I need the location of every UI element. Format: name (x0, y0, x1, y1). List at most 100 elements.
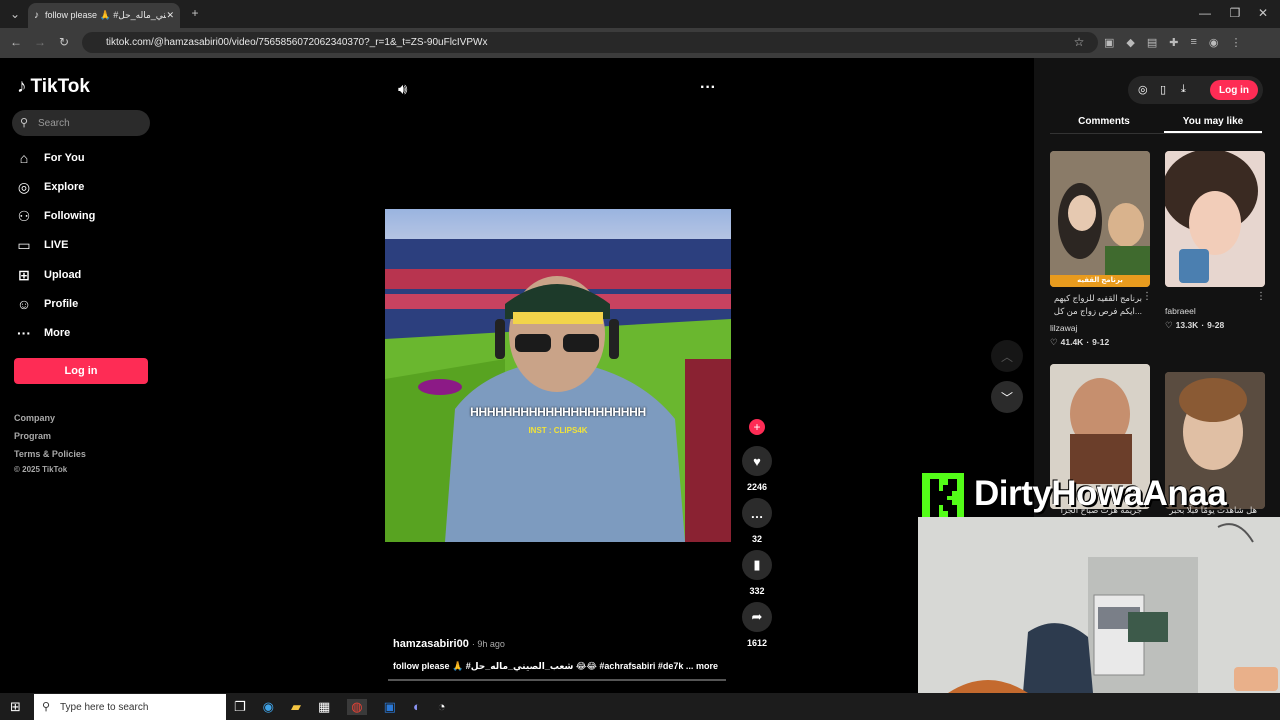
follow-plus-icon[interactable]: + (749, 419, 765, 435)
card-title[interactable]: برنامج القفيه للزواج كيهم ...ايكم فرص زو… (1050, 292, 1142, 318)
url-text: tiktok.com/@hamzasabiri00/video/75658560… (106, 37, 488, 48)
sidebar-item-more[interactable]: ··· More (16, 322, 136, 344)
tab-you-may-like[interactable]: You may like (1164, 116, 1262, 127)
card-more-icon[interactable]: ⋮ (1256, 291, 1266, 302)
share-action[interactable]: ➦ 1612 (742, 602, 772, 648)
login-button[interactable]: Log in (14, 358, 148, 384)
back-icon[interactable]: ← (8, 35, 24, 49)
card-user[interactable]: lilzawaj (1050, 323, 1077, 333)
comment-count: 32 (751, 534, 762, 544)
download-icon[interactable]: ⤓ (1181, 83, 1186, 96)
extension-icons: ▣ ◆ ▤ ✚ ≡ ◉ ⋮ (1104, 36, 1264, 49)
recommend-card-thumbnail[interactable]: برنامج القفيه (1050, 151, 1150, 287)
close-icon[interactable]: ✕ (166, 10, 174, 21)
emote-image (1234, 667, 1278, 691)
header-login-button[interactable]: Log in (1210, 80, 1258, 100)
chevron-up-icon: ︿ (1000, 349, 1013, 364)
author-name: hamzasabiri00 (393, 638, 469, 650)
minimize-icon[interactable]: — (1198, 6, 1212, 20)
heart-outline-icon: ♡ (1165, 320, 1173, 330)
nav-label: Upload (44, 269, 82, 281)
tab-comments[interactable]: Comments (1050, 116, 1158, 127)
share-count: 1612 (746, 638, 768, 648)
reading-list-icon[interactable]: ≡ (1191, 36, 1197, 48)
card-stats: ♡ 13.3K · 9-28 (1165, 320, 1224, 331)
card-stats: ♡ 41.4K · 9-12 (1050, 337, 1109, 348)
next-video-button[interactable]: ﹀ (991, 381, 1023, 413)
browser-tab[interactable]: ♪ follow please 🙏 #شعب_الصيني_ماله_حل ✕ (28, 3, 180, 28)
sidebar-item-for-you[interactable]: ⌂ For You (16, 147, 136, 169)
volume-icon[interactable]: 🔊︎ (398, 81, 407, 98)
tiktok-note-icon: ♪ (17, 76, 27, 97)
sidebar-item-following[interactable]: ⚇ Following (16, 205, 136, 227)
new-tab-icon[interactable]: + (188, 6, 202, 20)
translate-icon[interactable]: ▣ (1104, 36, 1114, 49)
comment-icon: … (742, 498, 772, 528)
recommend-card-thumbnail[interactable] (1165, 151, 1265, 287)
menu-icon[interactable]: ⋮ (1231, 36, 1242, 49)
footer-terms[interactable]: Terms & Policies (14, 449, 86, 459)
tiktok-favicon-icon: ♪ (34, 10, 39, 21)
live-icon: ▭ (17, 236, 31, 253)
video-author[interactable]: hamzasabiri00 · 9h ago (393, 638, 505, 650)
card-more-icon[interactable]: ⋮ (1142, 291, 1152, 302)
extension-icon[interactable]: ◆ (1126, 36, 1134, 49)
previous-video-button[interactable]: ︿ (991, 340, 1023, 372)
active-tab-indicator (1164, 131, 1262, 133)
webcam-overlay: x19 (918, 517, 1280, 693)
save-action[interactable]: ▮ 332 (742, 550, 772, 596)
heart-icon: ♥ (742, 446, 772, 476)
search-input[interactable]: ⚲ Search (12, 110, 150, 136)
edge-icon[interactable]: ◉ (263, 699, 274, 715)
url-field[interactable]: tiktok.com/@hamzasabiri00/video/75658560… (82, 32, 1098, 53)
extension-icon[interactable]: ▤ (1147, 36, 1157, 49)
footer-copyright: © 2025 TikTok (14, 465, 68, 474)
kick-logo-icon (922, 473, 964, 519)
windows-start-icon[interactable]: ⊞ (10, 699, 21, 715)
chrome-icon[interactable]: ◍ (347, 699, 367, 715)
thumbnail-image (1050, 151, 1150, 287)
reload-icon[interactable]: ↻ (56, 35, 72, 49)
like-action[interactable]: ♥ 2246 (742, 446, 772, 492)
device-icon[interactable]: ▯ (1160, 83, 1166, 96)
taskbar-search-placeholder: Type here to search (60, 701, 149, 713)
profile-icon: ☺ (16, 296, 32, 312)
tiktok-logo[interactable]: ♪ TikTok (17, 76, 90, 98)
store-icon[interactable]: ▦ (318, 699, 330, 715)
outlook-icon[interactable]: ▣ (384, 699, 396, 715)
taskbar-search-input[interactable]: ⚲ Type here to search (34, 694, 226, 720)
card-likes: 41.4K (1060, 337, 1084, 347)
footer-program[interactable]: Program (14, 431, 51, 441)
card-date: 9-28 (1207, 320, 1225, 330)
close-window-icon[interactable]: ✕ (1256, 6, 1270, 20)
sidebar-item-live[interactable]: ▭ LIVE (16, 234, 136, 256)
more-link[interactable]: more (696, 661, 718, 671)
video-player[interactable]: HHHHHHHHHHHHHHHHHHHHH INST : CLIPS4K (385, 209, 731, 542)
footer-company[interactable]: Company (14, 413, 55, 423)
bookmark-icon: ▮ (742, 550, 772, 580)
sidebar-item-upload[interactable]: ⊞ Upload (16, 264, 136, 286)
obs-icon[interactable]: ◔ (438, 699, 446, 715)
tab-search-icon[interactable]: ⌄ (8, 7, 22, 21)
maximize-icon[interactable]: ❐ (1228, 6, 1242, 20)
profile-icon[interactable]: ◉ (1209, 36, 1219, 49)
progress-bar[interactable] (388, 679, 726, 681)
comment-action[interactable]: … 32 (742, 498, 772, 544)
upload-icon: ⊞ (18, 266, 30, 283)
compass-icon: ◎ (17, 178, 31, 195)
sidebar-item-profile[interactable]: ☺ Profile (16, 293, 136, 315)
sidebar-item-explore[interactable]: ◎ Explore (16, 176, 136, 198)
bookmark-star-icon[interactable]: ☆ (1072, 35, 1086, 49)
puzzle-icon[interactable]: ✚ (1169, 36, 1178, 49)
dot-separator: · (1201, 320, 1205, 330)
discord-icon[interactable]: ◐ (413, 699, 421, 715)
task-view-icon[interactable]: ❐ (234, 699, 246, 715)
tab-title: follow please 🙏 #شعب_الصيني_ماله_حل (45, 10, 166, 20)
forward-icon[interactable]: → (32, 35, 48, 49)
compass-icon[interactable]: ◎ (1138, 83, 1148, 96)
file-explorer-icon[interactable]: ▰ (291, 699, 301, 715)
video-watermark: INST : CLIPS4K (528, 426, 588, 435)
more-options-icon[interactable]: ··· (700, 79, 716, 97)
card-user[interactable]: fabraeel (1165, 306, 1196, 316)
user-follow-icon: ⚇ (17, 207, 31, 224)
